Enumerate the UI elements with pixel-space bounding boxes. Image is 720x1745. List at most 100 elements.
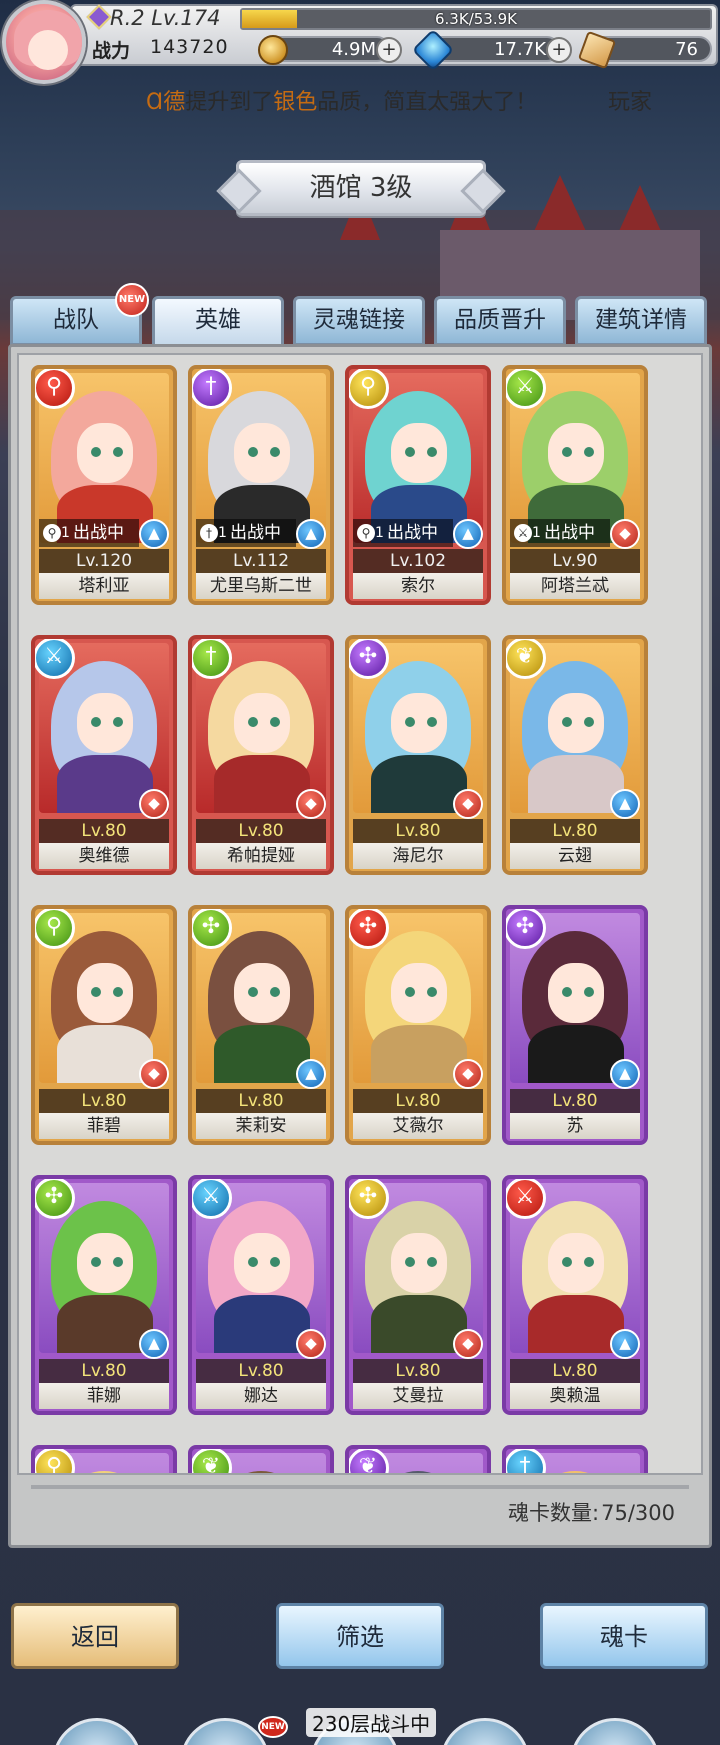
hero-card[interactable]: ✣ ▲ Lv.80 苏 bbox=[502, 905, 648, 1145]
hero-class-icon: ⚲ bbox=[35, 369, 75, 409]
hero-name: 塔利亚 bbox=[39, 573, 169, 599]
hero-grid[interactable]: ⚲ ⚲ 1 出战中 ▲ Lv.120 塔利亚 † † 1 出战中 ▲ Lv.112 尤里乌斯二世 ⚲ ⚲ 1 出战… bbox=[17, 353, 703, 1475]
hero-class-icon: ⚔ bbox=[192, 1179, 232, 1219]
deployed-class-icon: † bbox=[200, 524, 218, 542]
helmet-attribute-icon: ◆ bbox=[453, 1329, 483, 1359]
hero-name: 海尼尔 bbox=[353, 843, 483, 869]
hero-card[interactable]: ⚔ ◆ Lv.80 奥维德 bbox=[31, 635, 177, 875]
hero-name: 艾薇尔 bbox=[353, 1113, 483, 1139]
gold-coin-icon bbox=[258, 35, 288, 65]
hero-card[interactable]: ⚲ ◆ Lv.80 菲碧 bbox=[31, 905, 177, 1145]
wave-attribute-icon: ▲ bbox=[610, 1329, 640, 1359]
hero-name: 索尔 bbox=[353, 573, 483, 599]
deployed-label: 出战中 bbox=[544, 523, 595, 543]
hero-class-icon: ✣ bbox=[506, 909, 546, 949]
add-gem-button[interactable]: + bbox=[546, 37, 572, 63]
wave-attribute-icon: ▲ bbox=[296, 1059, 326, 1089]
marquee-prefix: Ɑ德 bbox=[146, 90, 186, 115]
hero-card[interactable]: ⚲ bbox=[31, 1445, 177, 1473]
deployed-label: 出战中 bbox=[73, 523, 124, 543]
deployed-status: † 1 出战中 bbox=[196, 519, 296, 547]
nav-button-5[interactable] bbox=[570, 1718, 660, 1745]
soul-card-count: 魂卡数量:75/300 bbox=[506, 1497, 675, 1527]
tab-team-label: 战队 bbox=[53, 307, 99, 333]
deployed-team-number: 1 bbox=[61, 525, 70, 541]
wave-attribute-icon: ▲ bbox=[610, 789, 640, 819]
battle-status: 230层战斗中 bbox=[306, 1708, 437, 1737]
hero-card[interactable]: ✣ ▲ Lv.80 茉莉安 bbox=[188, 905, 334, 1145]
hero-card[interactable]: ✣ ▲ Lv.80 菲娜 bbox=[31, 1175, 177, 1415]
hero-card[interactable]: † bbox=[502, 1445, 648, 1473]
hero-card[interactable]: ❦ bbox=[188, 1445, 334, 1473]
soul-card-count-label: 魂卡数量: bbox=[508, 1501, 600, 1525]
hero-card[interactable]: ❦ ▲ Lv.80 云翅 bbox=[502, 635, 648, 875]
hero-class-icon: ✣ bbox=[349, 1179, 389, 1219]
soul-card-button[interactable]: 魂卡 bbox=[540, 1603, 708, 1669]
marquee-quality: 银色 bbox=[273, 90, 318, 115]
hero-level: Lv.80 bbox=[353, 1359, 483, 1383]
hero-card[interactable]: ⚔ ▲ Lv.80 奥赖温 bbox=[502, 1175, 648, 1415]
deployed-status: ⚔ 1 出战中 bbox=[510, 519, 610, 547]
hero-name: 希帕提娅 bbox=[196, 843, 326, 869]
marquee-tail: 玩家 bbox=[608, 90, 653, 115]
hero-card[interactable]: ⚔ ⚔ 1 出战中 ◆ Lv.90 阿塔兰忒 bbox=[502, 365, 648, 605]
card-value: 76 bbox=[675, 39, 698, 60]
tab-heroes-label: 英雄 bbox=[195, 307, 241, 333]
hero-class-icon: ⚔ bbox=[506, 1179, 546, 1219]
hero-level: Lv.120 bbox=[39, 549, 169, 573]
nav-button-2[interactable] bbox=[180, 1718, 270, 1745]
power-value: 143720 bbox=[150, 36, 229, 58]
hero-card[interactable]: ⚲ ⚲ 1 出战中 ▲ Lv.102 索尔 bbox=[345, 365, 491, 605]
deployed-team-number: 1 bbox=[218, 525, 227, 541]
hero-class-icon: ❦ bbox=[349, 1449, 389, 1473]
hero-card[interactable]: ✣ ◆ Lv.80 海尼尔 bbox=[345, 635, 491, 875]
nav-button-1[interactable] bbox=[52, 1718, 142, 1745]
filter-button[interactable]: 筛选 bbox=[276, 1603, 444, 1669]
page-title: 酒馆 3级 bbox=[309, 173, 413, 203]
hero-card[interactable]: † † 1 出战中 ▲ Lv.112 尤里乌斯二世 bbox=[188, 365, 334, 605]
hero-class-icon: ⚔ bbox=[35, 639, 75, 679]
tab-building-details[interactable]: 建筑详情 bbox=[575, 296, 707, 346]
hero-level: Lv.80 bbox=[39, 1089, 169, 1113]
hero-class-icon: ⚲ bbox=[35, 1449, 75, 1473]
gem-resource: 17.7K + bbox=[411, 28, 572, 72]
player-avatar[interactable] bbox=[2, 0, 86, 84]
hero-name: 奥维德 bbox=[39, 843, 169, 869]
tab-soul-link[interactable]: 灵魂链接 bbox=[293, 296, 425, 346]
hero-card[interactable]: ✣ ◆ Lv.80 艾曼拉 bbox=[345, 1175, 491, 1415]
hero-class-icon: ⚲ bbox=[349, 369, 389, 409]
hero-list-panel: ⚲ ⚲ 1 出战中 ▲ Lv.120 塔利亚 † † 1 出战中 ▲ Lv.112 尤里乌斯二世 ⚲ ⚲ 1 出战… bbox=[8, 344, 712, 1548]
exp-text: 6.3K/53.9K bbox=[435, 10, 517, 28]
tab-team[interactable]: 战队 NEW bbox=[10, 283, 149, 346]
hero-name: 菲碧 bbox=[39, 1113, 169, 1139]
helmet-attribute-icon: ◆ bbox=[296, 1329, 326, 1359]
soul-card-count-value: 75/300 bbox=[601, 1501, 675, 1525]
wave-attribute-icon: ▲ bbox=[453, 519, 483, 549]
tab-heroes[interactable]: 英雄 bbox=[152, 296, 284, 348]
hero-card[interactable]: † ◆ Lv.80 希帕提娅 bbox=[188, 635, 334, 875]
wave-attribute-icon: ▲ bbox=[139, 1329, 169, 1359]
hero-card[interactable]: ✣ ◆ Lv.80 艾薇尔 bbox=[345, 905, 491, 1145]
hero-name: 艾曼拉 bbox=[353, 1383, 483, 1409]
hero-name: 苏 bbox=[510, 1113, 640, 1139]
hero-class-icon: † bbox=[192, 369, 232, 409]
hero-card[interactable]: ❦ bbox=[345, 1445, 491, 1473]
tab-quality-upgrade[interactable]: 品质晋升 bbox=[434, 296, 566, 346]
hero-card[interactable]: ⚔ ◆ Lv.80 娜达 bbox=[188, 1175, 334, 1415]
hero-class-icon: ⚲ bbox=[35, 909, 75, 949]
hero-name: 奥赖温 bbox=[510, 1383, 640, 1409]
hero-level: Lv.80 bbox=[510, 1359, 640, 1383]
hero-class-icon: ❦ bbox=[506, 639, 546, 679]
back-button[interactable]: 返回 bbox=[11, 1603, 179, 1669]
hero-class-icon: † bbox=[192, 639, 232, 679]
hero-name: 云翅 bbox=[510, 843, 640, 869]
hero-level: Lv.102 bbox=[353, 549, 483, 573]
hero-level: Lv.80 bbox=[510, 819, 640, 843]
deployed-team-number: 1 bbox=[375, 525, 384, 541]
deployed-class-icon: ⚲ bbox=[357, 524, 375, 542]
hero-card[interactable]: ⚲ ⚲ 1 出战中 ▲ Lv.120 塔利亚 bbox=[31, 365, 177, 605]
nav-button-4[interactable] bbox=[440, 1718, 530, 1745]
hero-name: 阿塔兰忒 bbox=[510, 573, 640, 599]
hero-class-icon: ⚔ bbox=[506, 369, 546, 409]
add-gold-button[interactable]: + bbox=[376, 37, 402, 63]
